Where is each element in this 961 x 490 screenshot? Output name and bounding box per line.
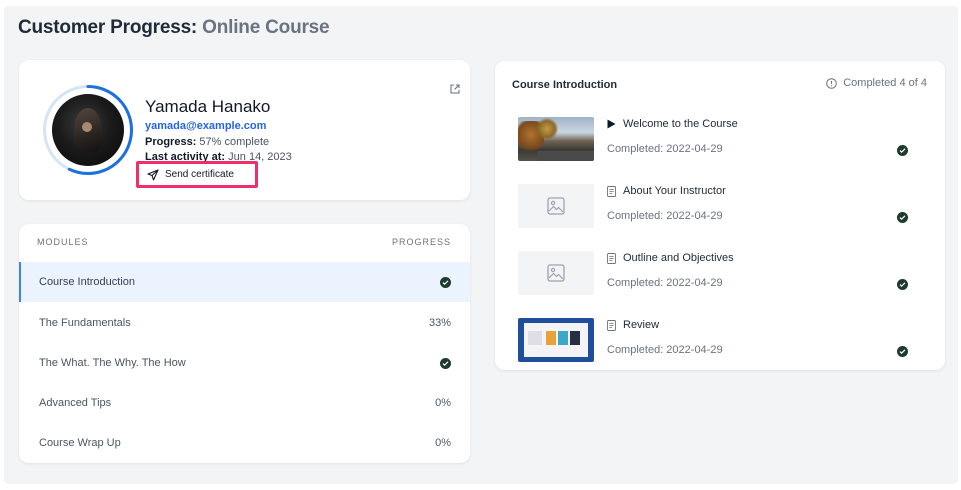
customer-profile-card: Yamada Hanako yamada@example.com Progres… [19,60,470,200]
send-certificate-label: Send certificate [165,169,234,180]
check-icon [440,276,451,288]
progress-label: Progress: [145,136,197,148]
progress-value: 57% complete [199,136,270,148]
document-icon [607,319,616,331]
customer-email[interactable]: yamada@example.com [145,120,266,132]
page-title: Customer Progress: Online Course [18,17,330,39]
module-item[interactable]: Course Introduction [19,262,470,302]
image-placeholder-icon [547,264,565,282]
module-progress: 0% [435,397,451,409]
lesson-item[interactable]: About Your Instructor Completed: 2022-04… [495,178,945,244]
lesson-item[interactable]: Outline and Objectives Completed: 2022-0… [495,245,945,311]
module-label: The Fundamentals [39,317,131,329]
send-certificate-button[interactable]: Send certificate [136,161,258,188]
lesson-completed-date: Completed: 2022-04-29 [607,277,723,289]
external-link-icon[interactable] [449,83,461,95]
module-item[interactable]: The Fundamentals 33% [19,303,470,343]
module-label: The What. The Why. The How [39,357,186,369]
module-label: Course Introduction [39,276,135,288]
lesson-title[interactable]: Outline and Objectives [607,252,734,264]
customer-name: Yamada Hanako [145,97,271,116]
document-icon [607,252,616,264]
check-icon [440,357,451,369]
image-placeholder-icon [547,197,565,215]
lesson-completed-date: Completed: 2022-04-29 [607,344,723,356]
module-label: Course Wrap Up [39,437,121,449]
module-label: Advanced Tips [39,397,112,409]
info-icon [826,77,838,89]
check-icon [897,279,908,290]
lesson-title[interactable]: Welcome to the Course [607,118,738,130]
lesson-completed-date: Completed: 2022-04-29 [607,143,723,155]
modules-header: MODULES [37,237,89,247]
play-icon [607,119,616,129]
lesson-title[interactable]: About Your Instructor [607,185,726,197]
document-icon [607,185,616,197]
module-item[interactable]: Course Wrap Up 0% [19,423,470,463]
progress-header: PROGRESS [391,237,451,247]
lesson-thumbnail [518,318,594,362]
lesson-thumbnail [518,184,594,228]
lessons-status-text: Completed 4 of 4 [843,77,927,89]
module-item[interactable]: The What. The Why. The How [19,343,470,383]
module-progress: 33% [428,317,451,329]
lessons-title: Course Introduction [512,79,618,91]
lesson-item[interactable]: Review Completed: 2022-04-29 [495,312,945,378]
lesson-title[interactable]: Review [607,319,659,331]
modules-card: MODULES PROGRESS Course Introduction The… [19,224,470,463]
page-title-main: Customer Progress: [18,17,198,38]
check-icon [897,145,908,156]
progress-text: Progress: 57% complete [145,136,269,148]
lesson-item[interactable]: Welcome to the Course Completed: 2022-04… [495,111,945,177]
check-icon [897,346,908,357]
send-icon [147,168,159,181]
lessons-card: Course Introduction Completed 4 of 4 Wel… [495,61,945,370]
page-title-course: Online Course [202,17,330,38]
lesson-thumbnail [518,251,594,295]
lesson-completed-date: Completed: 2022-04-29 [607,210,723,222]
module-progress: 0% [435,437,451,449]
check-icon [897,212,908,223]
lessons-status: Completed 4 of 4 [826,77,927,89]
avatar [52,94,124,166]
module-item[interactable]: Advanced Tips 0% [19,383,470,423]
lesson-thumbnail [518,117,594,161]
